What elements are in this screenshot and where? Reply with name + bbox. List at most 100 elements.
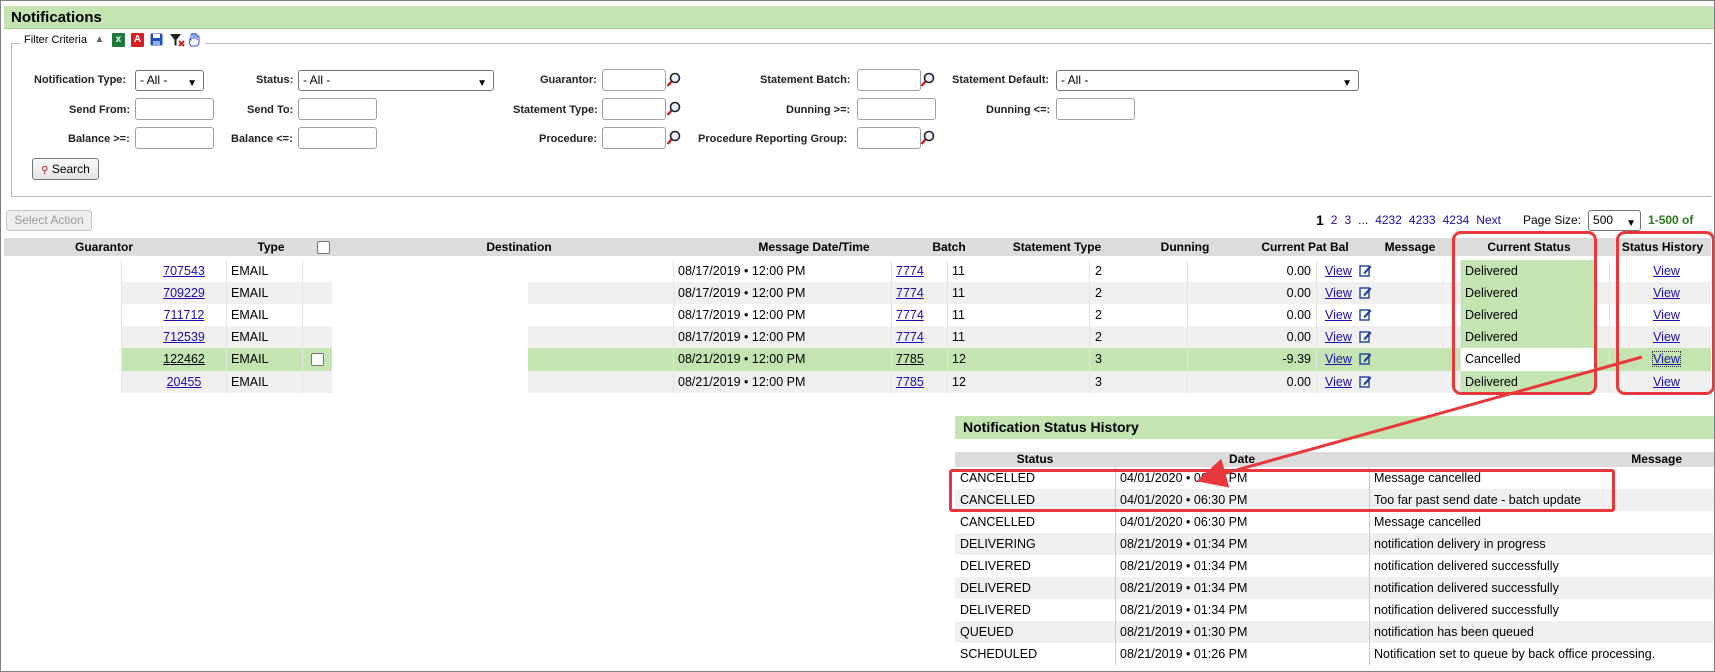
message-view-link[interactable]: View xyxy=(1325,286,1352,300)
message-view-link[interactable]: View xyxy=(1325,308,1352,322)
send-to-input[interactable] xyxy=(298,98,377,120)
message-view-link[interactable]: View xyxy=(1325,375,1352,389)
select-all-checkbox[interactable] xyxy=(316,241,330,255)
guarantor-link[interactable]: 122462 xyxy=(163,352,205,366)
table-row[interactable]: 122462 EMAIL 08/21/2019 • 12:00 PM 7785 12 3-… xyxy=(4,348,1711,371)
procedure-group-input[interactable] xyxy=(857,127,921,149)
statement-type-cell: 12 xyxy=(947,348,1089,371)
guarantor-input[interactable] xyxy=(602,69,666,91)
table-row[interactable]: 709229 EMAIL 08/17/2019 • 12:00 PM 7774 11 2 0… xyxy=(4,282,1711,304)
batch-link[interactable]: 7774 xyxy=(896,286,924,300)
hand-icon[interactable] xyxy=(188,32,201,47)
history-col-date: Date xyxy=(1228,452,1255,466)
col-destination[interactable]: Destination xyxy=(334,238,704,256)
message-cell: View xyxy=(1316,371,1460,393)
batch-link[interactable]: 7774 xyxy=(896,330,924,344)
message-view-link[interactable]: View xyxy=(1325,264,1352,278)
statement-batch-input[interactable] xyxy=(857,69,921,91)
table-row[interactable]: 711712 EMAIL 08/17/2019 • 12:00 PM 7774 11 2 0… xyxy=(4,304,1711,326)
message-view-link[interactable]: View xyxy=(1325,352,1352,366)
history-cell: View xyxy=(1609,304,1711,326)
statement-default-select[interactable]: - All - ▼ xyxy=(1056,70,1359,91)
select-action-button[interactable]: Select Action xyxy=(6,210,92,231)
batch-link[interactable]: 7774 xyxy=(896,308,924,322)
guarantor-cell: 20455 xyxy=(121,371,226,393)
page-link-4233[interactable]: 4233 xyxy=(1409,213,1436,227)
send-to-label: Send To: xyxy=(247,104,294,116)
col-statement-type[interactable]: Statement Type xyxy=(987,238,1127,256)
search-icon[interactable] xyxy=(666,130,682,146)
search-icon[interactable] xyxy=(666,101,682,117)
page-size-select[interactable]: 500 ▼ xyxy=(1588,209,1642,231)
col-dunning[interactable]: Dunning xyxy=(1135,238,1235,256)
message-view-link[interactable]: View xyxy=(1325,330,1352,344)
dunning-lte-input[interactable] xyxy=(1056,98,1135,120)
guarantor-link[interactable]: 711712 xyxy=(164,308,205,322)
col-status-history[interactable]: Status History xyxy=(1614,238,1711,256)
notification-type-select[interactable]: - All - ▼ xyxy=(135,70,204,91)
guarantor-link[interactable]: 712539 xyxy=(163,330,205,344)
batch-link[interactable]: 7785 xyxy=(896,352,924,366)
history-view-link[interactable]: View xyxy=(1652,351,1681,367)
save-icon[interactable] xyxy=(150,33,163,47)
edit-icon[interactable] xyxy=(1359,330,1372,343)
page-link-3[interactable]: 3 xyxy=(1344,213,1351,227)
history-row: DELIVERED 08/21/2019 • 01:34 PM notificati… xyxy=(955,599,1715,621)
col-current-status[interactable]: Current Status xyxy=(1459,238,1599,256)
balance-lte-input[interactable] xyxy=(298,127,377,149)
history-view-link[interactable]: View xyxy=(1653,264,1680,278)
guarantor-link[interactable]: 20455 xyxy=(167,375,202,389)
status-select[interactable]: - All - ▼ xyxy=(298,70,494,91)
type-cell: EMAIL xyxy=(226,326,302,348)
collapse-arrow-icon[interactable]: ▲ xyxy=(93,33,106,47)
col-type[interactable]: Type xyxy=(226,238,316,256)
clear-filter-icon[interactable] xyxy=(169,33,185,47)
batch-link[interactable]: 7785 xyxy=(896,375,924,389)
col-batch[interactable]: Batch xyxy=(924,238,974,256)
dunning-cell: 2 xyxy=(1089,282,1187,304)
batch-link[interactable]: 7774 xyxy=(896,264,924,278)
table-row[interactable]: 707543 EMAIL 08/17/2019 • 12:00 PM 7774 11 2 0… xyxy=(4,260,1711,282)
history-row: CANCELLED 04/01/2020 • 06:30 PM Message ca… xyxy=(955,467,1715,489)
page-ellipsis: ... xyxy=(1358,213,1369,227)
col-message-datetime[interactable]: Message Date/Time xyxy=(724,238,904,256)
history-date: 08/21/2019 • 01:30 PM xyxy=(1115,621,1369,643)
excel-export-icon[interactable]: x xyxy=(111,33,125,47)
balance-gte-input[interactable] xyxy=(135,127,214,149)
edit-icon[interactable] xyxy=(1359,375,1372,388)
page-link-2[interactable]: 2 xyxy=(1331,213,1338,227)
history-view-link[interactable]: View xyxy=(1653,286,1680,300)
search-icon[interactable] xyxy=(666,72,682,88)
col-guarantor[interactable]: Guarantor xyxy=(4,238,204,256)
edit-icon[interactable] xyxy=(1359,308,1372,321)
procedure-input[interactable] xyxy=(602,127,666,149)
pdf-export-icon[interactable]: A xyxy=(130,33,144,47)
search-icon[interactable] xyxy=(920,72,936,88)
history-view-link[interactable]: View xyxy=(1653,308,1680,322)
balance-gte-label: Balance >=: xyxy=(68,133,130,145)
table-row[interactable]: 20455 EMAIL 08/21/2019 • 12:00 PM 7785 12 3 0.… xyxy=(4,371,1711,393)
history-view-link[interactable]: View xyxy=(1653,375,1680,389)
statement-default-value: - All - xyxy=(1061,73,1089,87)
edit-icon[interactable] xyxy=(1359,286,1372,299)
dunning-gte-input[interactable] xyxy=(857,98,936,120)
page-link-4234[interactable]: 4234 xyxy=(1443,213,1470,227)
edit-icon[interactable] xyxy=(1359,264,1372,277)
history-view-link[interactable]: View xyxy=(1653,330,1680,344)
statement-type-input[interactable] xyxy=(602,98,666,120)
guarantor-link[interactable]: 709229 xyxy=(163,286,205,300)
search-button[interactable]: ⚲ Search xyxy=(32,158,99,180)
col-current-pat-bal[interactable]: Current Pat Bal xyxy=(1240,238,1370,256)
table-row[interactable]: 712539 EMAIL 08/17/2019 • 12:00 PM 7774 11 2 0… xyxy=(4,326,1711,348)
edit-icon[interactable] xyxy=(1359,352,1372,365)
row-blank xyxy=(4,304,121,326)
page-link-4232[interactable]: 4232 xyxy=(1375,213,1402,227)
guarantor-link[interactable]: 707543 xyxy=(163,264,205,278)
send-from-input[interactable] xyxy=(135,98,214,120)
row-checkbox[interactable] xyxy=(311,353,324,367)
next-page-link[interactable]: Next xyxy=(1476,213,1501,227)
datetime-cell: 08/17/2019 • 12:00 PM xyxy=(673,326,891,348)
col-message[interactable]: Message xyxy=(1370,238,1450,256)
search-icon[interactable] xyxy=(920,130,936,146)
page-size-value: 500 xyxy=(1593,212,1614,227)
